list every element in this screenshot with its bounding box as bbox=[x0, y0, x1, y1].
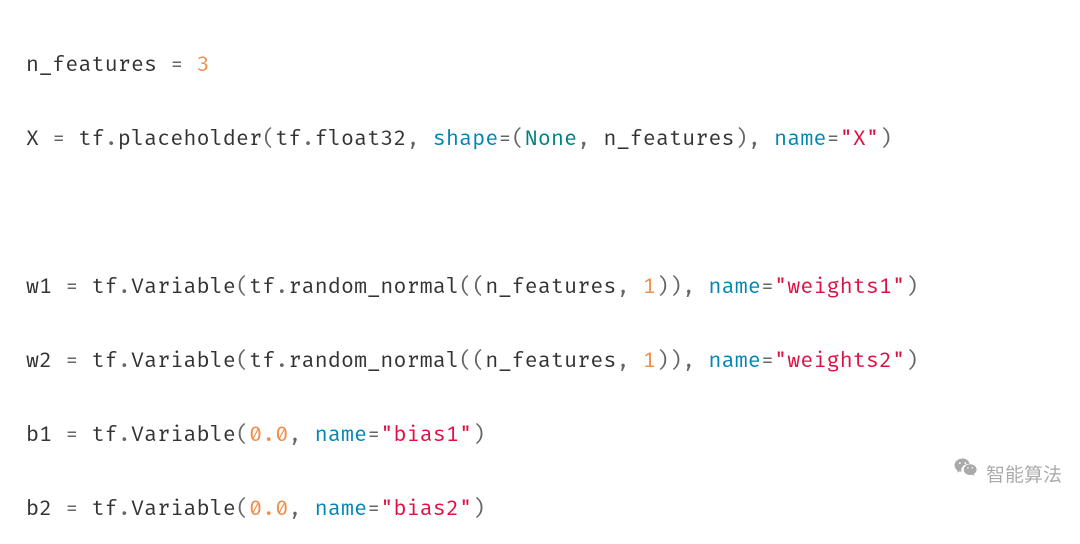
code-line: w2 = tf.Variable(tf.random_normal((n_fea… bbox=[26, 343, 1080, 380]
code-line: X = tf.placeholder(tf.float32, shape=(No… bbox=[26, 121, 1080, 158]
keyword-none: None bbox=[525, 127, 578, 152]
code-line: w1 = tf.Variable(tf.random_normal((n_fea… bbox=[26, 269, 1080, 306]
code-line: b2 = tf.Variable(0.0, name="bias2") bbox=[26, 491, 1080, 528]
operator: = bbox=[157, 53, 196, 78]
code-line: b1 = tf.Variable(0.0, name="bias1") bbox=[26, 417, 1080, 454]
variable: n_features bbox=[26, 53, 157, 78]
string: "X" bbox=[840, 127, 879, 152]
variable: X bbox=[26, 127, 39, 152]
code-block: n_features = 3 X = tf.placeholder(tf.flo… bbox=[0, 0, 1080, 544]
code-line: n_features = 3 bbox=[26, 47, 1080, 84]
number: 3 bbox=[197, 53, 210, 78]
blank-line bbox=[26, 195, 1080, 232]
